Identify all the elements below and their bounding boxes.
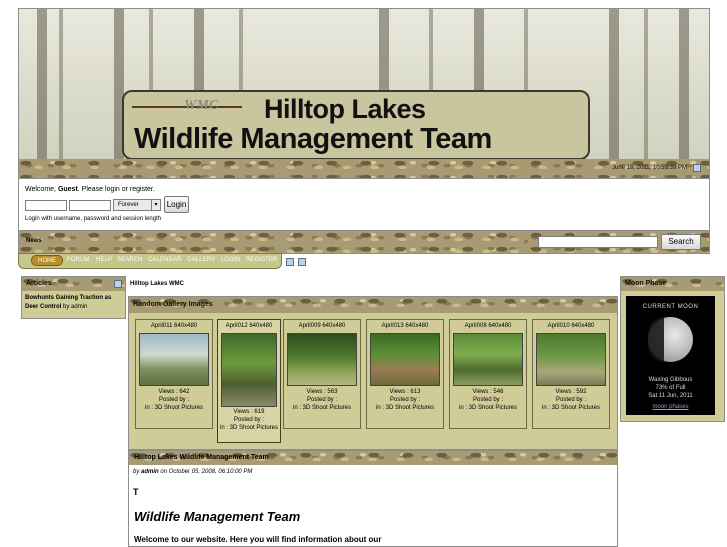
breadcrumb: Hilltop Lakes WMC xyxy=(128,278,616,292)
article-author[interactable]: admin xyxy=(141,469,159,475)
thumb-meta: Views : 613 Posted by : in : 3D Shoot Pict… xyxy=(375,389,435,411)
article-text: Welcome to our website. Here you will fi… xyxy=(134,535,382,544)
moon-percent: 73% of Full xyxy=(655,385,686,391)
menu-item-gallery[interactable]: GALLERY xyxy=(187,257,215,263)
moon-date: Sat 11 Jun, 2011 xyxy=(648,393,693,399)
search-button[interactable]: Search xyxy=(661,234,701,250)
gallery-thumb[interactable]: April010 640x480 Views : 592 Posted by :i… xyxy=(532,319,610,429)
article-heading: Wildlife Management Team xyxy=(134,509,301,524)
menu-item-register[interactable]: REGISTER xyxy=(246,257,277,263)
thumb-meta: Views : 546 Posted by : in : 3D Shoot Pict… xyxy=(458,389,518,411)
thumb-image[interactable] xyxy=(453,333,523,386)
collapse-header-icon[interactable] xyxy=(693,164,701,172)
site-title-line2: Wildlife Management Team xyxy=(134,123,492,155)
gallery-thumb[interactable]: April011 640x480 Views : 642 Posted by :i… xyxy=(135,319,213,429)
main-menu: HOME FORUM HELP SEARCH CALENDAR GALLERY … xyxy=(18,253,282,269)
login-hint: Login with username, password and sessio… xyxy=(25,216,162,222)
collapse-articles-icon[interactable] xyxy=(114,280,122,288)
site-title-line1: Hilltop Lakes xyxy=(264,94,426,124)
thumb-caption: April008 640x480 xyxy=(464,323,512,329)
site-header: WMC Hilltop Lakes Wildlife Management Te… xyxy=(18,8,710,180)
guest-label: Guest xyxy=(57,186,78,193)
username-input[interactable] xyxy=(25,200,67,211)
gallery-title: Random Gallery Images xyxy=(129,297,617,313)
thumb-caption: April010 640x480 xyxy=(547,323,595,329)
collapse-left-icon[interactable] xyxy=(286,258,294,266)
thumb-meta: Views : 592 Posted by : in : 3D Shoot Pict… xyxy=(541,389,601,411)
header-banner: WMC Hilltop Lakes Wildlife Management Te… xyxy=(122,90,590,160)
moon-phase-block: Moon Phase CURRENT MOON Waxing Gibbous 7… xyxy=(620,276,725,422)
menu-item-help[interactable]: HELP xyxy=(96,257,112,263)
article-block: Hilltop Lakes Wildlife Management Team b… xyxy=(128,450,618,547)
thumb-image[interactable] xyxy=(221,333,277,407)
login-button[interactable]: Login xyxy=(164,196,189,213)
thumb-caption: April013 640x480 xyxy=(381,323,429,329)
welcome-text: Welcome, Guest. Please login or register… xyxy=(25,186,155,193)
moon-phase-name: Waxing Gibbous xyxy=(648,377,693,383)
menu-item-login[interactable]: LOGIN xyxy=(221,257,240,263)
thumb-meta: Views : 642 Posted by : in : 3D Shoot Pict… xyxy=(144,389,204,411)
wmc-logo-text: WMC xyxy=(184,98,219,113)
date-band: June 18, 2011, 10:53:39 PM xyxy=(19,159,709,179)
article-dropcap: T xyxy=(133,487,139,497)
article-title[interactable]: Hilltop Lakes Wildlife Management Team xyxy=(134,454,269,461)
thumb-image[interactable] xyxy=(370,333,440,386)
gallery-thumb[interactable]: April008 640x480 Views : 546 Posted by :i… xyxy=(449,319,527,429)
random-gallery-block: Random Gallery Images April011 640x480 V… xyxy=(128,296,618,450)
collapse-right-icon[interactable] xyxy=(298,258,306,266)
thumb-meta: Views : 563 Posted by : in : 3D Shoot Pict… xyxy=(292,389,352,411)
password-input[interactable] xyxy=(69,200,111,211)
breadcrumb-text: Hilltop Lakes WMC xyxy=(130,281,185,287)
thumb-caption: April009 640x480 xyxy=(298,323,346,329)
search-icon: ⌕ xyxy=(524,237,529,246)
gallery-thumb[interactable]: April009 640x480 Views : 563 Posted by :i… xyxy=(283,319,361,429)
moon-image xyxy=(648,317,693,362)
news-label: News xyxy=(26,238,42,244)
thumb-image[interactable] xyxy=(287,333,357,386)
thumb-image[interactable] xyxy=(536,333,606,386)
articles-title: Articles xyxy=(22,277,125,291)
article-byline: by admin on October 05, 2008, 06:10:00 P… xyxy=(133,469,253,475)
menu-item-calendar[interactable]: CALENDAR xyxy=(148,257,181,263)
login-panel: Welcome, Guest. Please login or register… xyxy=(18,178,710,232)
thumb-image[interactable] xyxy=(139,333,209,386)
session-length-select[interactable]: Forever ▾ xyxy=(113,199,161,211)
current-datetime: June 18, 2011, 10:53:39 PM xyxy=(612,165,687,171)
moon-widget: CURRENT MOON Waxing Gibbous 73% of Full … xyxy=(626,296,715,415)
gallery-thumb[interactable]: April013 640x480 Views : 613 Posted by :i… xyxy=(366,319,444,429)
moon-widget-title: CURRENT MOON xyxy=(642,304,699,310)
moon-phase-title: Moon Phase xyxy=(621,277,724,291)
search-input[interactable] xyxy=(538,236,658,248)
thumb-caption: April012 640x480 xyxy=(225,323,273,329)
moon-phases-link[interactable]: moon phases xyxy=(626,404,715,410)
article-header: Hilltop Lakes Wildlife Management Team xyxy=(129,451,617,465)
thumb-caption: April011 640x480 xyxy=(150,323,198,329)
menu-item-forum[interactable]: FORUM xyxy=(67,257,90,263)
news-search-bar: News ⌕ Search xyxy=(18,230,710,254)
thumb-meta: Views : 619 Posted by : in : 3D Shoot Pict… xyxy=(219,409,279,431)
articles-list: Bowhunts Gaining Traction as Deer Contro… xyxy=(22,291,125,318)
menu-item-home[interactable]: HOME xyxy=(31,255,63,266)
articles-block: Articles Bowhunts Gaining Traction as De… xyxy=(21,276,126,319)
gallery-thumb[interactable]: April012 640x480 Views : 619 Posted by :i… xyxy=(217,319,281,443)
menu-item-search[interactable]: SEARCH xyxy=(117,257,143,263)
chevron-down-icon[interactable]: ▾ xyxy=(151,200,160,210)
